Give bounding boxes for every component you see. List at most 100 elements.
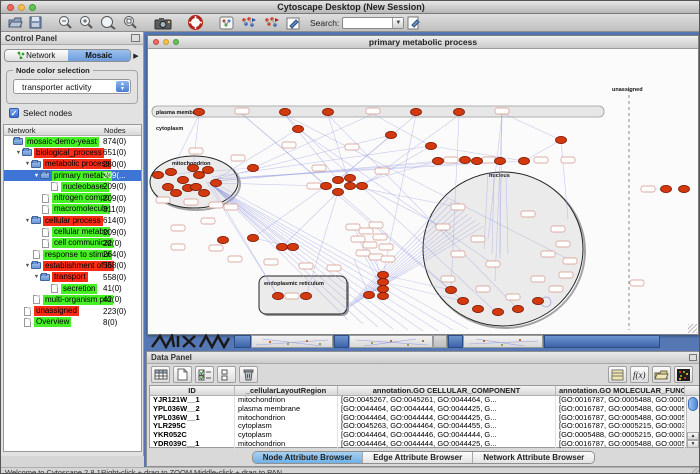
zoom-in-icon[interactable] <box>79 15 94 30</box>
search-dropdown-arrow-icon[interactable]: ▼ <box>392 18 403 28</box>
network-canvas[interactable]: plasma membranecytoplasmmitochondrionnuc… <box>148 49 698 334</box>
network-node[interactable] <box>321 182 332 189</box>
network-node[interactable] <box>323 108 334 115</box>
disclosure-triangle-icon[interactable]: ▼ <box>33 173 40 179</box>
network-edge[interactable] <box>350 186 458 207</box>
scrollbar-thumb[interactable] <box>688 397 698 411</box>
network-node[interactable] <box>163 183 174 190</box>
network-node[interactable] <box>411 108 422 115</box>
node-label-chip[interactable] <box>189 148 203 154</box>
tree-row-macromolecule[interactable]: macromolecule311(0) <box>4 204 141 215</box>
network-node[interactable] <box>433 157 444 164</box>
network-node[interactable] <box>533 297 544 304</box>
node-label-chip[interactable] <box>307 183 321 189</box>
network-node[interactable] <box>333 188 344 195</box>
table-row[interactable]: YJR121W__1mitochondrion[GO:0045267, GO:0… <box>150 396 699 405</box>
node-label-chip[interactable] <box>476 286 490 292</box>
tree-row-secretion[interactable]: secretion41(0) <box>4 283 141 294</box>
network-node[interactable] <box>454 108 465 115</box>
search-options-icon[interactable] <box>407 16 421 30</box>
scroll-down-icon[interactable]: ▼ <box>687 440 699 448</box>
table-scrollbar[interactable]: ▲ ▼ <box>686 396 699 448</box>
node-label-chip[interactable] <box>375 168 389 174</box>
network-edge[interactable] <box>253 186 326 238</box>
data-panel-float-icon[interactable] <box>689 354 697 361</box>
node-label-chip[interactable] <box>156 197 170 203</box>
scroll-up-icon[interactable]: ▲ <box>687 432 699 440</box>
node-label-chip[interactable] <box>482 157 496 163</box>
node-label-chip[interactable] <box>451 251 465 257</box>
network-node[interactable] <box>460 156 471 163</box>
node-label-chip[interactable] <box>506 294 520 300</box>
tab-mosaic[interactable]: Mosaic <box>68 50 131 61</box>
node-label-chip[interactable] <box>363 242 377 248</box>
node-label-chip[interactable] <box>366 108 380 114</box>
tab-scroll-right-icon[interactable]: ▶ <box>131 52 141 60</box>
network-edge[interactable] <box>362 115 459 186</box>
network-node[interactable] <box>345 174 356 181</box>
node-label-chip[interactable] <box>381 256 395 262</box>
network-node[interactable] <box>458 297 469 304</box>
minimized-window-3[interactable] <box>448 335 463 348</box>
network-node[interactable] <box>357 182 368 189</box>
delete-attribute-icon[interactable] <box>239 366 258 383</box>
node-label-chip[interactable] <box>531 276 545 282</box>
network-node[interactable] <box>277 243 288 250</box>
node-label-chip[interactable] <box>201 218 215 224</box>
node-label-chip[interactable] <box>282 142 296 148</box>
minimized-window-3-preview[interactable] <box>463 335 543 348</box>
network-node[interactable] <box>166 168 177 175</box>
node-label-chip[interactable] <box>224 204 238 210</box>
node-label-chip[interactable] <box>285 293 299 299</box>
node-label-chip[interactable] <box>369 222 383 228</box>
network-node[interactable] <box>191 183 202 190</box>
tree-row-nucleobase-[interactable]: nucleobase-209(0) <box>4 181 141 192</box>
network-node[interactable] <box>345 182 356 189</box>
network-node[interactable] <box>218 236 229 243</box>
network-node[interactable] <box>378 278 389 285</box>
node-label-chip[interactable] <box>171 225 185 231</box>
tree-row-establishment-of-lo[interactable]: ▼establishment of lo558(0) <box>4 260 141 271</box>
column-header-3[interactable]: annotation.GO MOLECULAR_FUNCTION <box>556 386 685 395</box>
node-label-chip[interactable] <box>495 108 509 114</box>
network-edge[interactable] <box>362 186 443 227</box>
network-node[interactable] <box>661 185 672 192</box>
app-resize-grip[interactable] <box>692 468 700 474</box>
tree-row-transport[interactable]: ▼transport558(0) <box>4 272 141 283</box>
column-header-1[interactable]: _cellularLayoutRegion <box>235 386 338 395</box>
new-attribute-icon[interactable] <box>173 366 192 383</box>
network-node[interactable] <box>203 166 214 173</box>
tree-row-overview[interactable]: Overview8(0) <box>4 317 141 328</box>
unselect-attributes-icon[interactable] <box>217 366 236 383</box>
node-label-chip[interactable] <box>436 224 450 230</box>
network-node[interactable] <box>493 308 504 315</box>
apply-vizmap-icon[interactable] <box>263 16 280 30</box>
network-node[interactable] <box>153 171 164 178</box>
column-header-2[interactable]: annotation.GO CELLULAR_COMPONENT <box>338 386 556 395</box>
network-node[interactable] <box>519 157 530 164</box>
tab-edge-attribute-browser[interactable]: Edge Attribute Browser <box>363 452 473 463</box>
node-label-chip[interactable] <box>345 144 359 150</box>
network-node[interactable] <box>171 189 182 196</box>
node-label-chip[interactable] <box>556 241 570 247</box>
node-label-chip[interactable] <box>184 199 198 205</box>
column-header-0[interactable]: ID <box>150 386 235 395</box>
node-label-chip[interactable] <box>327 265 341 271</box>
network-node[interactable] <box>513 305 524 312</box>
minimized-window-4[interactable] <box>544 335 660 348</box>
node-label-chip[interactable] <box>471 236 485 242</box>
attribute-table-icon[interactable] <box>151 366 170 383</box>
tree-row-unassigned[interactable]: unassigned223(0) <box>4 305 141 316</box>
control-panel-float-icon[interactable] <box>131 34 140 42</box>
network-edge[interactable] <box>354 259 369 295</box>
node-label-chip[interactable] <box>534 157 548 163</box>
minimized-window-1-preview[interactable] <box>251 335 333 348</box>
network-node[interactable] <box>426 142 437 149</box>
tree-row-metabolic-process[interactable]: ▼metabolic process280(0) <box>4 159 141 170</box>
network-node[interactable] <box>194 171 205 178</box>
tab-network[interactable]: Network <box>5 50 68 61</box>
node-label-chip[interactable] <box>549 286 563 292</box>
netwin-resize-grip[interactable] <box>688 324 697 333</box>
network-node[interactable] <box>211 179 222 186</box>
disclosure-triangle-icon[interactable]: ▼ <box>15 150 22 156</box>
